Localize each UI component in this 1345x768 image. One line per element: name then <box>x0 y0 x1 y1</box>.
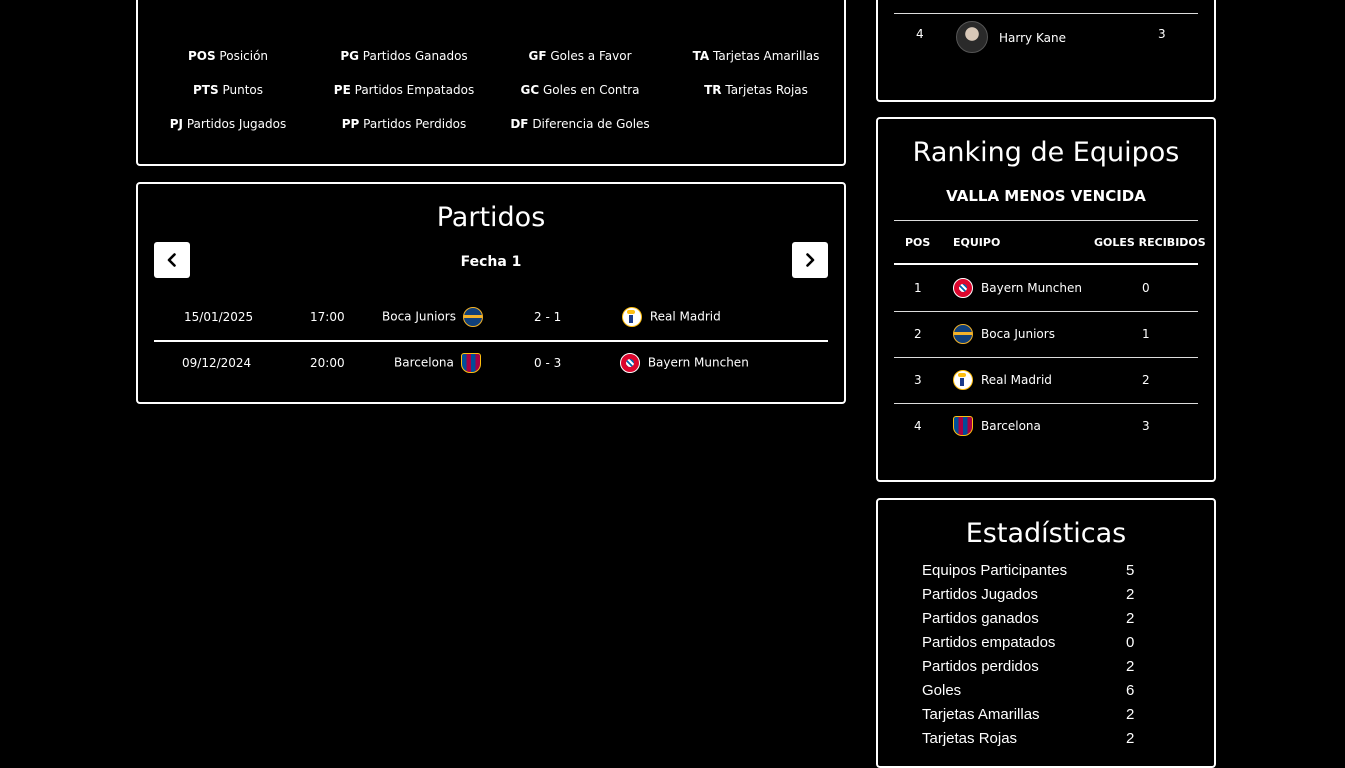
legend-item-ta: TA Tarjetas Amarillas <box>692 49 820 63</box>
real-madrid-crest-icon <box>953 370 973 390</box>
stat-value: 2 <box>1126 706 1135 723</box>
home-team-name: Barcelona <box>394 355 454 370</box>
stat-value: 2 <box>1126 610 1135 627</box>
legend-item-gf: GF Goles a Favor <box>528 49 632 63</box>
bayern-crest-icon <box>953 278 973 298</box>
match-home-team: Barcelona <box>394 353 481 373</box>
stat-label: Partidos empatados <box>922 634 1056 651</box>
match-score: 2 - 1 <box>534 310 562 324</box>
match-away-team: Real Madrid <box>622 307 721 327</box>
stat-row-played: Partidos Jugados 2 <box>922 586 1172 610</box>
stat-value: 0 <box>1126 634 1135 651</box>
stat-value: 2 <box>1126 730 1135 747</box>
stat-value: 5 <box>1126 562 1135 579</box>
stat-label: Tarjetas Amarillas <box>922 706 1040 723</box>
stat-label: Goles <box>922 682 962 699</box>
legend-item-pos: POS Posición <box>187 49 269 63</box>
player-name: Harry Kane <box>999 31 1066 45</box>
chevron-right-icon <box>806 253 815 267</box>
statistics-title: Estadísticas <box>965 518 1127 549</box>
matches-title: Partidos <box>436 202 546 233</box>
round-label: Fecha 1 <box>460 254 522 270</box>
scorer-position: 4 <box>916 27 924 41</box>
table-row[interactable]: 4 Harry Kane 3 <box>894 14 1198 60</box>
ranking-title: Ranking de Equipos <box>912 137 1180 168</box>
goals-received: 2 <box>1142 373 1150 387</box>
stat-label: Equipos Participantes <box>922 562 1068 579</box>
goals-received: 0 <box>1142 281 1150 295</box>
goals-received: 1 <box>1142 327 1150 341</box>
stat-label: Partidos ganados <box>922 610 1039 627</box>
team-name: Boca Juniors <box>981 327 1055 341</box>
team-name: Bayern Munchen <box>981 281 1082 295</box>
team-name: Barcelona <box>981 419 1041 433</box>
stat-value: 2 <box>1126 658 1135 675</box>
bayern-crest-icon <box>620 353 640 373</box>
table-row[interactable]: 1 Bayern Munchen 0 <box>894 265 1198 312</box>
top-scorers-card: 4 Harry Kane 3 <box>876 0 1216 102</box>
match-date: 09/12/2024 <box>182 356 252 370</box>
match-time: 20:00 <box>310 356 345 370</box>
next-round-button[interactable] <box>792 242 828 278</box>
legend-item-pj: PJ Partidos Jugados <box>169 117 287 131</box>
legend-item-pts: PTS Puntos <box>193 83 263 97</box>
stat-row-lost: Partidos perdidos 2 <box>922 658 1172 682</box>
stat-row-drawn: Partidos empatados 0 <box>922 634 1172 658</box>
ranking-card: Ranking de Equipos VALLA MENOS VENCIDA P… <box>876 117 1216 482</box>
table-row[interactable]: 2 Boca Juniors 1 <box>894 311 1198 358</box>
stat-label: Partidos Jugados <box>922 586 1038 603</box>
away-team-name: Bayern Munchen <box>647 355 749 370</box>
header-pos: POS <box>905 236 931 249</box>
stat-value: 2 <box>1126 586 1135 603</box>
stat-label: Partidos perdidos <box>922 658 1039 675</box>
abbreviations-legend-card: POS Posición PTS Puntos PJ Partidos Juga… <box>136 0 846 166</box>
statistics-list: Equipos Participantes 5 Partidos Jugados 2… <box>922 562 1172 754</box>
match-home-team: Boca Juniors <box>382 307 483 327</box>
goals-received: 3 <box>1142 419 1150 433</box>
legend-item-tr: TR Tarjetas Rojas <box>704 83 808 97</box>
rank-position: 1 <box>914 281 922 295</box>
rank-position: 4 <box>914 419 922 433</box>
boca-crest-icon <box>953 324 973 344</box>
rank-position: 3 <box>914 373 922 387</box>
barcelona-crest-icon <box>953 416 973 436</box>
stat-row-teams: Equipos Participantes 5 <box>922 562 1172 586</box>
stat-row-goals: Goles 6 <box>922 682 1172 706</box>
match-date: 15/01/2025 <box>184 310 254 324</box>
legend-item-df: DF Diferencia de Goles <box>510 117 650 131</box>
stat-row-yellow-cards: Tarjetas Amarillas 2 <box>922 706 1172 730</box>
team-name: Real Madrid <box>981 373 1052 387</box>
header-team: EQUIPO <box>953 236 1001 249</box>
legend-item-pp: PP Partidos Perdidos <box>341 117 467 131</box>
player-avatar <box>956 21 988 53</box>
player-goals: 3 <box>1158 27 1166 41</box>
barcelona-crest-icon <box>460 353 481 373</box>
real-madrid-crest-icon <box>622 307 642 327</box>
stat-row-red-cards: Tarjetas Rojas 2 <box>922 730 1172 754</box>
legend-item-pg: PG Partidos Ganados <box>340 49 468 63</box>
stat-label: Tarjetas Rojas <box>922 730 1018 747</box>
table-row[interactable]: 4 Barcelona 3 <box>894 403 1198 449</box>
home-team-name: Boca Juniors <box>382 309 456 324</box>
match-away-team: Bayern Munchen <box>620 353 749 373</box>
header-goals-received: GOLES RECIBIDOS <box>1094 236 1206 249</box>
stat-row-won: Partidos ganados 2 <box>922 610 1172 634</box>
match-row[interactable]: 15/01/2025 17:00 Boca Juniors 2 - 1 Real… <box>154 296 828 342</box>
table-header-row: POS EQUIPO GOLES RECIBIDOS <box>894 221 1206 265</box>
stat-value: 6 <box>1126 682 1135 699</box>
legend-item-pe: PE Partidos Empatados <box>333 83 475 97</box>
rank-position: 2 <box>914 327 922 341</box>
legend-item-gc: GC Goles en Contra <box>520 83 640 97</box>
away-team-name: Real Madrid <box>649 309 721 324</box>
ranking-subtitle: VALLA MENOS VENCIDA <box>946 187 1146 205</box>
ranking-table: POS EQUIPO GOLES RECIBIDOS 1 Bayern Munc… <box>894 220 1206 471</box>
match-time: 17:00 <box>310 310 345 324</box>
match-score: 0 - 3 <box>534 356 562 370</box>
matches-card: Partidos Fecha 1 15/01/2025 17:00 Boca J… <box>136 182 846 404</box>
boca-crest-icon <box>462 307 483 327</box>
statistics-card: Estadísticas Equipos Participantes 5 Part… <box>876 498 1216 768</box>
match-row[interactable]: 09/12/2024 20:00 Barcelona 0 - 3 Bayern … <box>154 342 828 386</box>
table-row[interactable]: 3 Real Madrid 2 <box>894 357 1198 404</box>
